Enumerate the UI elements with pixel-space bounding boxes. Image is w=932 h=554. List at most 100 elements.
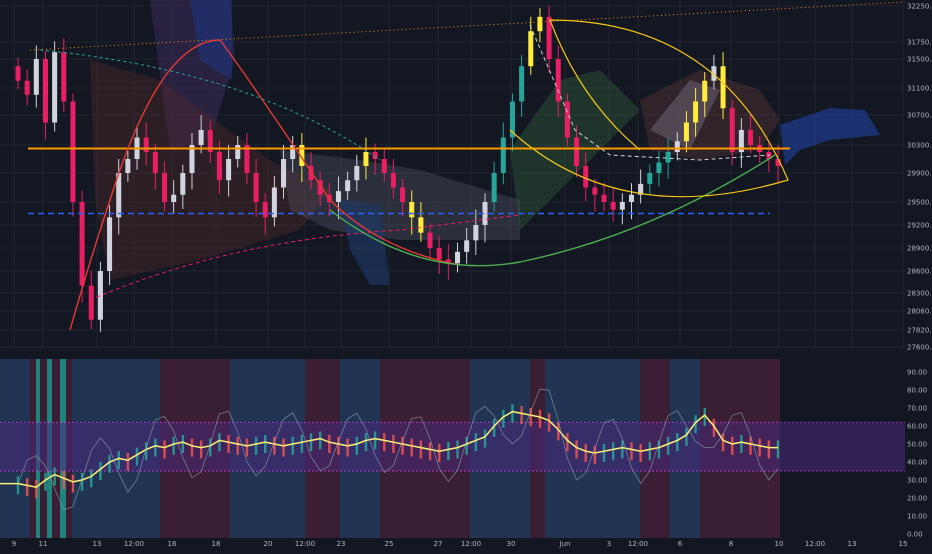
time-tick-label: 12:00 bbox=[461, 540, 481, 548]
osc-bar bbox=[355, 436, 358, 455]
osc-bar bbox=[291, 436, 294, 455]
candle-body bbox=[171, 194, 177, 202]
osc-bar bbox=[264, 435, 267, 453]
candle-body bbox=[729, 108, 735, 152]
osc-bar bbox=[53, 467, 56, 486]
price-chart[interactable]: 32250.00 31750.00 31500.00 31100.00 30700.00… bbox=[0, 0, 932, 550]
candle-body bbox=[473, 225, 479, 241]
osc-tick-label: 30.00 bbox=[907, 477, 927, 485]
osc-tick-label: 40.00 bbox=[907, 459, 927, 467]
osc-bar bbox=[428, 442, 432, 461]
candle-body bbox=[226, 159, 232, 181]
osc-bar bbox=[44, 472, 47, 491]
candle-body bbox=[390, 173, 396, 188]
osc-bar bbox=[731, 436, 734, 455]
price-tick-label: 29500.00 bbox=[907, 199, 932, 207]
candle-body bbox=[24, 80, 30, 95]
time-tick-label: 12:00 bbox=[805, 540, 825, 548]
candle-body bbox=[33, 59, 39, 95]
osc-bar bbox=[154, 438, 157, 457]
candle-body bbox=[601, 194, 607, 202]
osc-bar bbox=[566, 433, 569, 452]
osc-bar bbox=[346, 438, 349, 457]
osc-bar bbox=[35, 480, 38, 498]
osc-bar bbox=[364, 433, 368, 452]
time-tick-label: 27 bbox=[434, 540, 443, 548]
candle-body bbox=[125, 159, 131, 173]
time-tick-label: 23 bbox=[337, 540, 346, 548]
candle-body bbox=[161, 173, 168, 202]
candle-body bbox=[674, 141, 680, 152]
osc-bar bbox=[383, 433, 386, 452]
osc-bar bbox=[538, 409, 542, 428]
candle-body bbox=[628, 194, 635, 202]
candle-body bbox=[491, 173, 497, 202]
osc-bar bbox=[520, 406, 523, 425]
candle-body bbox=[656, 162, 662, 173]
osc-bar bbox=[575, 440, 578, 459]
candle-body bbox=[528, 31, 534, 67]
osc-bar bbox=[199, 440, 203, 459]
time-tick-label: 12:00 bbox=[124, 540, 144, 548]
osc-tick-label: 70.00 bbox=[907, 405, 927, 413]
candle-body bbox=[61, 52, 67, 102]
osc-tick-label: 90.00 bbox=[907, 369, 927, 377]
chart-root: 32250.00 31750.00 31500.00 31100.00 30700.00… bbox=[0, 0, 932, 550]
candle-body bbox=[107, 217, 113, 271]
candle-body bbox=[720, 66, 726, 109]
osc-bar bbox=[392, 435, 395, 453]
time-tick-label: 25 bbox=[385, 540, 394, 548]
candle-body bbox=[262, 202, 268, 218]
candle-body bbox=[42, 59, 48, 123]
osc-bar bbox=[90, 469, 93, 488]
price-tick-label: 28060.00 bbox=[907, 308, 932, 316]
candle-body bbox=[253, 173, 259, 202]
candle-body bbox=[180, 173, 186, 195]
candle-body bbox=[15, 66, 21, 81]
osc-bar bbox=[190, 438, 194, 457]
price-tick-label: 30700.00 bbox=[907, 112, 932, 120]
osc-bar bbox=[740, 435, 743, 453]
candle-body bbox=[409, 202, 415, 218]
candle-body bbox=[537, 16, 543, 32]
price-tick-label: 27820.00 bbox=[907, 327, 932, 335]
candle-body bbox=[88, 285, 94, 320]
candle-body bbox=[592, 187, 598, 195]
time-tick-label: 6 bbox=[678, 540, 683, 548]
time-tick-label: 13 bbox=[93, 540, 102, 548]
osc-bar bbox=[71, 474, 75, 493]
candle-body bbox=[354, 166, 360, 181]
candle-body bbox=[619, 202, 625, 210]
osc-bar bbox=[666, 436, 670, 455]
osc-bar bbox=[227, 435, 230, 453]
time-tick-label: 12:00 bbox=[295, 540, 315, 548]
osc-bar bbox=[410, 438, 413, 457]
price-tick-label: 28300.00 bbox=[907, 290, 932, 298]
candle-body bbox=[748, 130, 754, 145]
candle-body bbox=[235, 145, 241, 159]
candle-body bbox=[610, 202, 616, 210]
candle-body bbox=[665, 152, 671, 163]
osc-bar bbox=[456, 440, 459, 459]
osc-tick-label: 50.00 bbox=[907, 441, 927, 449]
osc-bar bbox=[776, 440, 780, 459]
time-tick-label: 12:00 bbox=[628, 540, 648, 548]
osc-bar bbox=[483, 429, 487, 448]
candle-body bbox=[363, 152, 369, 166]
time-tick-label: 15 bbox=[899, 540, 908, 548]
osc-tick-label: 80.00 bbox=[907, 387, 927, 395]
osc-bar bbox=[282, 438, 285, 457]
osc-bar bbox=[767, 440, 771, 459]
osc-bar bbox=[300, 435, 304, 453]
candle-body bbox=[52, 52, 58, 123]
candle-body bbox=[702, 80, 708, 102]
osc-bar bbox=[685, 427, 688, 446]
candle-body bbox=[335, 191, 341, 202]
candle-body bbox=[564, 101, 570, 138]
candle-body bbox=[455, 251, 461, 264]
osc-bar bbox=[108, 454, 111, 473]
osc-bar bbox=[438, 444, 441, 462]
price-tick-label: 32250.00 bbox=[907, 3, 932, 11]
osc-bar bbox=[62, 471, 65, 489]
osc-bar bbox=[474, 433, 478, 452]
